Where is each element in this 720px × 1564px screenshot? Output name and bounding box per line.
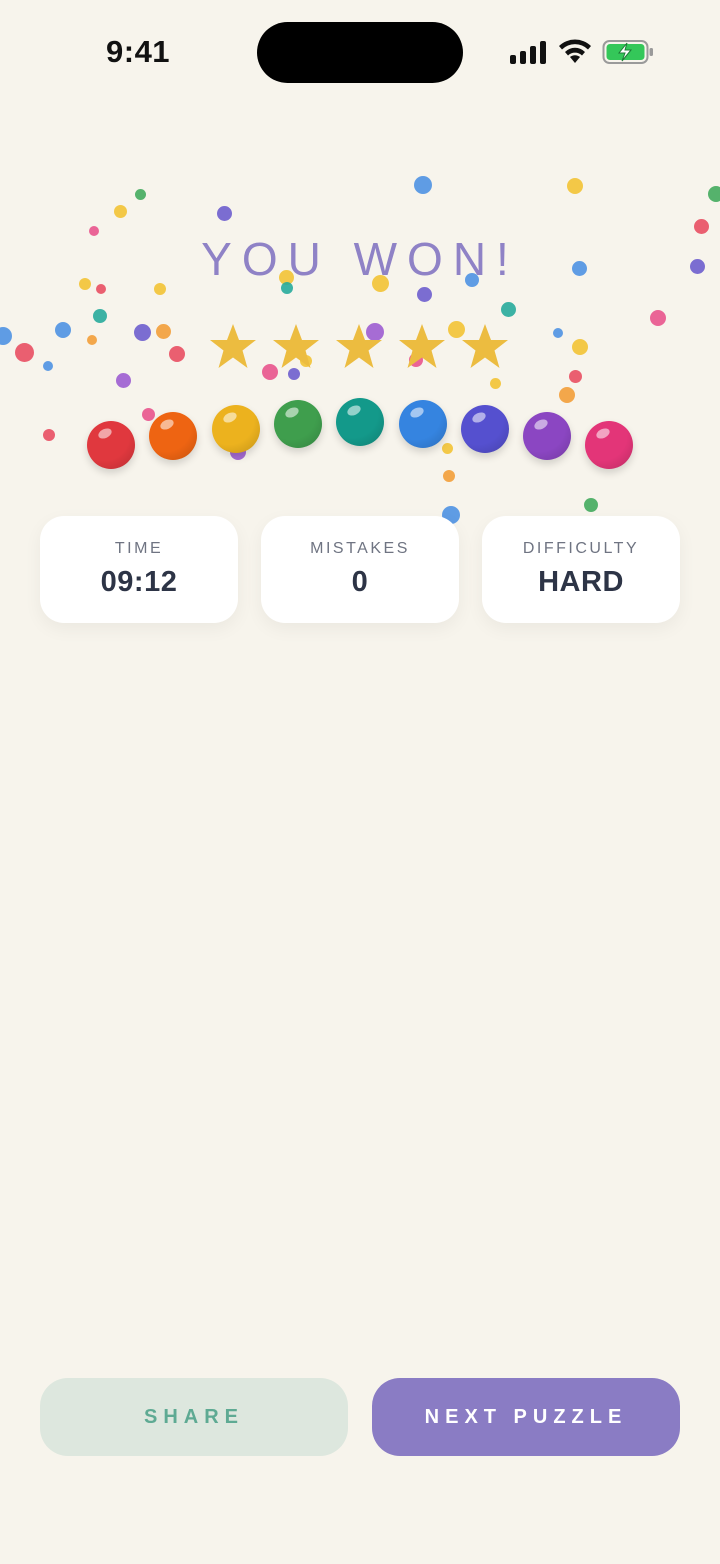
confetti-dot — [650, 310, 666, 326]
ball — [585, 421, 634, 469]
star-icon — [399, 324, 445, 368]
confetti-dot — [416, 286, 432, 302]
stat-label: DIFFICULTY — [522, 540, 640, 557]
stat-card-time: TIME 09:12 — [40, 516, 238, 623]
stat-card-mistakes: MISTAKES 0 — [261, 516, 459, 623]
confetti-dot — [43, 361, 53, 371]
ball — [460, 405, 509, 453]
confetti-dot — [133, 323, 151, 341]
ball — [87, 421, 135, 469]
confetti-dot — [414, 176, 432, 194]
confetti-dot — [489, 377, 501, 389]
confetti-dot — [553, 328, 563, 338]
win-title: YOU WON! — [201, 233, 519, 285]
ball — [336, 398, 385, 446]
stat-value: HARD — [538, 566, 624, 598]
ball — [273, 400, 322, 448]
stat-card-difficulty: DIFFICULTY HARD — [482, 516, 680, 623]
ball-row — [0, 395, 720, 475]
confetti-dot — [115, 372, 131, 388]
confetti-dot — [0, 327, 12, 345]
confetti-dot — [572, 339, 588, 355]
confetti-dot — [155, 323, 171, 339]
confetti-dot — [87, 335, 97, 345]
confetti-dot — [134, 188, 146, 200]
share-button[interactable]: SHARE — [40, 1378, 348, 1456]
star-rating — [208, 322, 518, 374]
confetti-dot — [216, 205, 232, 221]
confetti-dot — [113, 204, 127, 218]
ball — [398, 400, 447, 448]
confetti-dot — [568, 369, 582, 383]
confetti-dot — [500, 301, 516, 317]
confetti-dot — [55, 322, 71, 338]
ball — [211, 405, 260, 453]
confetti-dot — [708, 186, 720, 202]
stat-label: MISTAKES — [310, 540, 410, 557]
star-icon — [273, 324, 319, 368]
ball — [149, 412, 198, 460]
confetti-dot — [14, 342, 34, 362]
stat-value: 0 — [351, 566, 369, 598]
stat-value: 09:12 — [100, 566, 178, 598]
star-icon — [210, 324, 256, 368]
star-icon — [336, 324, 382, 368]
ball — [523, 412, 572, 460]
confetti-dot — [93, 309, 107, 323]
confetti-dot — [169, 346, 185, 362]
confetti-dot — [584, 498, 598, 512]
stat-label: TIME — [114, 540, 164, 557]
confetti-dot — [567, 178, 583, 194]
star-icon — [462, 324, 508, 368]
next-puzzle-button[interactable]: NEXT PUZZLE — [372, 1378, 680, 1456]
